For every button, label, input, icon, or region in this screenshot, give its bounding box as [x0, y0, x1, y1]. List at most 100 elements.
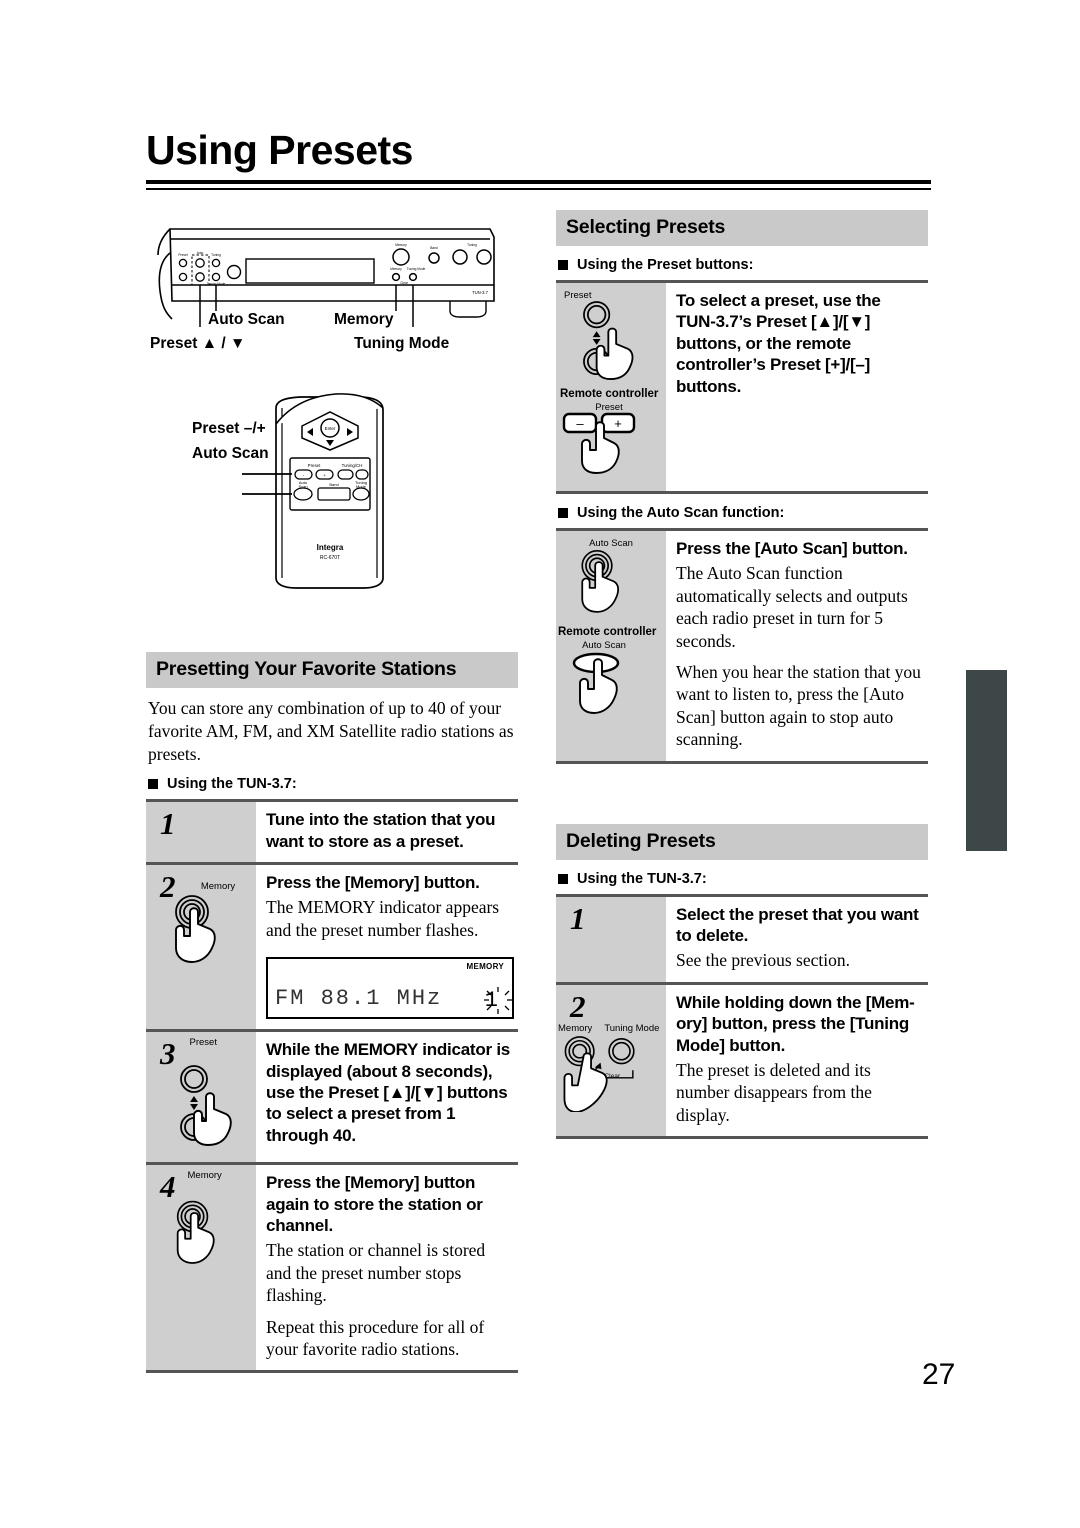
- step-content: Tune into the station that you want to s…: [256, 802, 518, 862]
- auto-scan-button-press-icon: [581, 549, 619, 613]
- step-instruction: Select the preset that you want to delet…: [676, 904, 919, 945]
- step-content: Press the [Memory] button again to store…: [256, 1165, 518, 1370]
- step-content: Select the preset that you want to delet…: [666, 897, 928, 982]
- preset-updown-press-icon: [180, 1065, 232, 1147]
- step-row: 1 Tune into the station that you want to…: [146, 799, 518, 863]
- icon-label-tuning-mode: Tuning Mode: [604, 1022, 660, 1034]
- title-rule-thin: [146, 188, 931, 190]
- svg-text:+: +: [614, 416, 622, 431]
- svg-text:–: –: [576, 416, 584, 431]
- step-number-cell: 2 Memory Tuning Mode Clear: [556, 984, 666, 1137]
- icon-label-auto-scan: Auto Scan: [589, 538, 633, 549]
- step-number: 1: [570, 900, 586, 936]
- step-note: See the previous section.: [676, 950, 850, 971]
- page-title: Using Presets: [146, 127, 413, 173]
- section-header-deleting: Deleting Presets: [556, 823, 928, 860]
- memory-tuningmode-press-icon: Clear: [563, 1035, 635, 1113]
- left-column: Presetting Your Favorite Stations You ca…: [146, 652, 518, 1374]
- figure-remote-controller: Enter Preset Tuning/CH - + Auto Scan Ban…: [150, 392, 510, 642]
- callout-preset-updown: Preset ▲ / ▼: [150, 335, 246, 352]
- step-number-cell: 3 Preset: [146, 1032, 256, 1163]
- front-panel-drawing: Preset Auto Tuning Tuning Mode Memory Ba…: [157, 228, 495, 327]
- step-note: Repeat this procedure for all of your fa…: [266, 1316, 485, 1360]
- step-row: 4 Memory Press the [Memory] button again…: [146, 1162, 518, 1374]
- lcd-band-frequency: FM 88.1 MHz: [275, 986, 443, 1012]
- lcd-memory-indicator: MEMORY: [466, 962, 504, 972]
- page-edge-tab-marker: [966, 670, 1007, 851]
- bullet-square-icon: [558, 508, 568, 518]
- remote-preset-press-icon: – +: [562, 412, 636, 474]
- subhead-preset-buttons: Using the Preset buttons:: [558, 257, 928, 273]
- svg-text:Band: Band: [430, 246, 438, 250]
- icon-label-remote-controller: Remote controller: [560, 387, 659, 400]
- bullet-square-icon: [558, 873, 568, 884]
- section-header-selecting: Selecting Presets: [556, 210, 928, 246]
- step-content: Press the [Memory] button. The MEMORY in…: [256, 865, 518, 1029]
- step-number: 1: [160, 806, 176, 842]
- step-content: Press the [Auto Scan] button. The Auto S…: [666, 531, 928, 761]
- remote-auto-scan-press-icon: [572, 652, 620, 714]
- icon-label-memory: Memory: [187, 1170, 222, 1182]
- callout-memory: Memory: [334, 311, 394, 328]
- svg-text:Tuning/CH: Tuning/CH: [342, 463, 363, 468]
- svg-text:Preset: Preset: [308, 463, 321, 468]
- svg-text:Enter: Enter: [325, 426, 336, 431]
- step-number-cell: Preset Remote controller Preset – +: [556, 283, 666, 491]
- figure-front-panel: Preset Auto Tuning Tuning Mode Memory Ba…: [150, 215, 510, 390]
- title-rule-thick: [146, 180, 931, 184]
- step-note: The station or channel is stored and the…: [266, 1240, 486, 1306]
- step-instruction: While holding down the [Mem-ory] button,…: [676, 992, 915, 1055]
- presetting-steps: 1 Tune into the station that you want to…: [146, 799, 518, 1374]
- step-note: The preset is deleted and its number dis…: [676, 1059, 872, 1125]
- step-note: When you hear the station that you want …: [676, 661, 921, 750]
- callout-tuning-mode: Tuning Mode: [354, 335, 450, 352]
- svg-text:Tuning Mode: Tuning Mode: [407, 267, 426, 271]
- lcd-display: MEMORY FM 88.1 MHz 1: [266, 957, 514, 1020]
- step-row: Auto Scan Remote controller Auto Scan Pr…: [556, 528, 928, 764]
- svg-text:Tuning: Tuning: [211, 253, 221, 257]
- subhead-auto-scan: Using the Auto Scan function:: [558, 505, 928, 521]
- callout-remote-auto-scan: Auto Scan: [192, 445, 269, 462]
- svg-text:Tuning: Tuning: [467, 243, 477, 247]
- step-row: 2 Memory Press the [Memory] button. The …: [146, 862, 518, 1030]
- icon-label-remote-controller: Remote controller: [558, 625, 657, 638]
- presetting-intro: You can store any combination of up to 4…: [148, 698, 514, 764]
- memory-button-press-icon: [175, 895, 216, 963]
- svg-text:Auto: Auto: [197, 251, 204, 255]
- deleting-steps: 1 Select the preset that you want to del…: [556, 893, 928, 1140]
- bullet-square-icon: [558, 260, 568, 270]
- step-instruction: Tune into the station that you want to s…: [266, 810, 496, 851]
- icon-label-preset: Preset: [189, 1037, 217, 1049]
- step-instruction: To select a preset, use the TUN-3.7’s Pr…: [676, 291, 881, 396]
- selecting-preset-block: Preset Remote controller Preset – + To s…: [556, 280, 928, 494]
- step-row: 2 Memory Tuning Mode Clear While holding…: [556, 981, 928, 1140]
- step-number-cell: 1: [146, 802, 256, 863]
- step-number-cell: 1: [556, 896, 666, 982]
- step-number-cell: 4 Memory: [146, 1165, 256, 1371]
- icon-label-remote-auto-scan: Auto Scan: [582, 640, 626, 652]
- step-row: 3 Preset While the MEMORY indicator is d…: [146, 1029, 518, 1163]
- right-column: Selecting Presets Using the Preset butto…: [556, 210, 928, 1140]
- step-instruction: Press the [Memory] button.: [266, 873, 480, 893]
- svg-text:Band: Band: [329, 482, 338, 487]
- subhead-deleting: Using the TUN-3.7:: [558, 871, 928, 887]
- memory-button-press-icon: [176, 1200, 215, 1265]
- svg-text:Preset: Preset: [178, 253, 187, 257]
- manual-page: Using Presets Preset Auto Tuning Tuning …: [0, 0, 1080, 1528]
- icon-label-preset: Preset: [564, 290, 592, 301]
- selecting-autoscan-block: Auto Scan Remote controller Auto Scan Pr…: [556, 528, 928, 764]
- preset-updown-press-icon: [583, 301, 634, 380]
- svg-text:Scan: Scan: [298, 484, 307, 489]
- step-number-cell: Auto Scan Remote controller Auto Scan: [556, 531, 666, 761]
- step-content: While holding down the [Mem-ory] button,…: [666, 985, 928, 1136]
- step-instruction: Press the [Auto Scan] button.: [676, 539, 908, 558]
- step-note: The Auto Scan function automatically sel…: [676, 563, 908, 651]
- callout-remote-preset: Preset –/+: [192, 420, 266, 437]
- step-content: To select a preset, use the TUN-3.7’s Pr…: [666, 283, 928, 491]
- step-row: Preset Remote controller Preset – + To s…: [556, 280, 928, 494]
- svg-text:Mode: Mode: [356, 484, 367, 489]
- section-header-presetting: Presetting Your Favorite Stations: [146, 652, 518, 688]
- bullet-square-icon: [148, 779, 158, 790]
- remote-model-label: RC-670T: [320, 555, 340, 561]
- svg-text:Memory: Memory: [395, 243, 407, 247]
